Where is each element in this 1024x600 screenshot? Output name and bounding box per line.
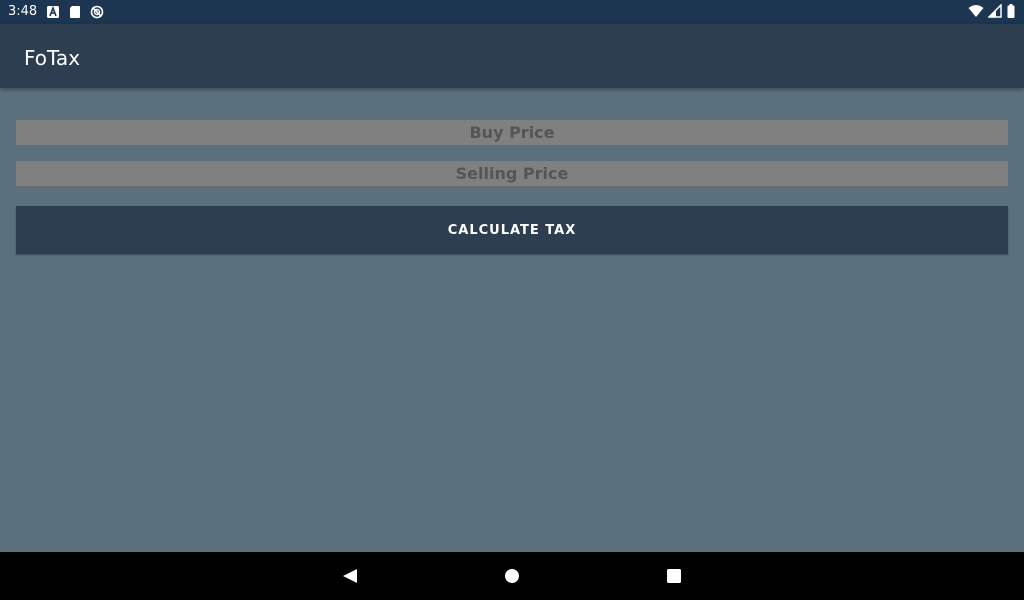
wifi-icon bbox=[968, 5, 984, 17]
status-system-icons bbox=[968, 4, 1016, 18]
selling-price-input[interactable] bbox=[16, 161, 1008, 187]
sd-card-icon bbox=[70, 6, 80, 18]
cell-signal-icon bbox=[988, 4, 1002, 18]
home-button[interactable] bbox=[502, 566, 522, 586]
calculate-tax-button[interactable]: CALCULATE TAX bbox=[16, 206, 1008, 254]
status-time: 3:48 bbox=[8, 4, 38, 19]
status-notification-icons bbox=[46, 5, 104, 19]
app-title: FoTax bbox=[24, 46, 81, 70]
recents-button[interactable] bbox=[664, 566, 684, 586]
main-content: CALCULATE TAX bbox=[0, 88, 1024, 552]
navigation-bar bbox=[0, 552, 1024, 600]
app-bar: FoTax bbox=[0, 24, 1024, 88]
app-a-icon bbox=[47, 5, 59, 18]
sync-disabled-icon bbox=[90, 5, 104, 19]
status-bar: 3:48 bbox=[0, 0, 1024, 24]
home-icon bbox=[505, 569, 519, 583]
battery-icon bbox=[1007, 4, 1015, 18]
buy-price-input[interactable] bbox=[16, 120, 1008, 146]
back-icon bbox=[343, 569, 357, 583]
recents-icon bbox=[667, 569, 681, 583]
back-button[interactable] bbox=[340, 566, 360, 586]
